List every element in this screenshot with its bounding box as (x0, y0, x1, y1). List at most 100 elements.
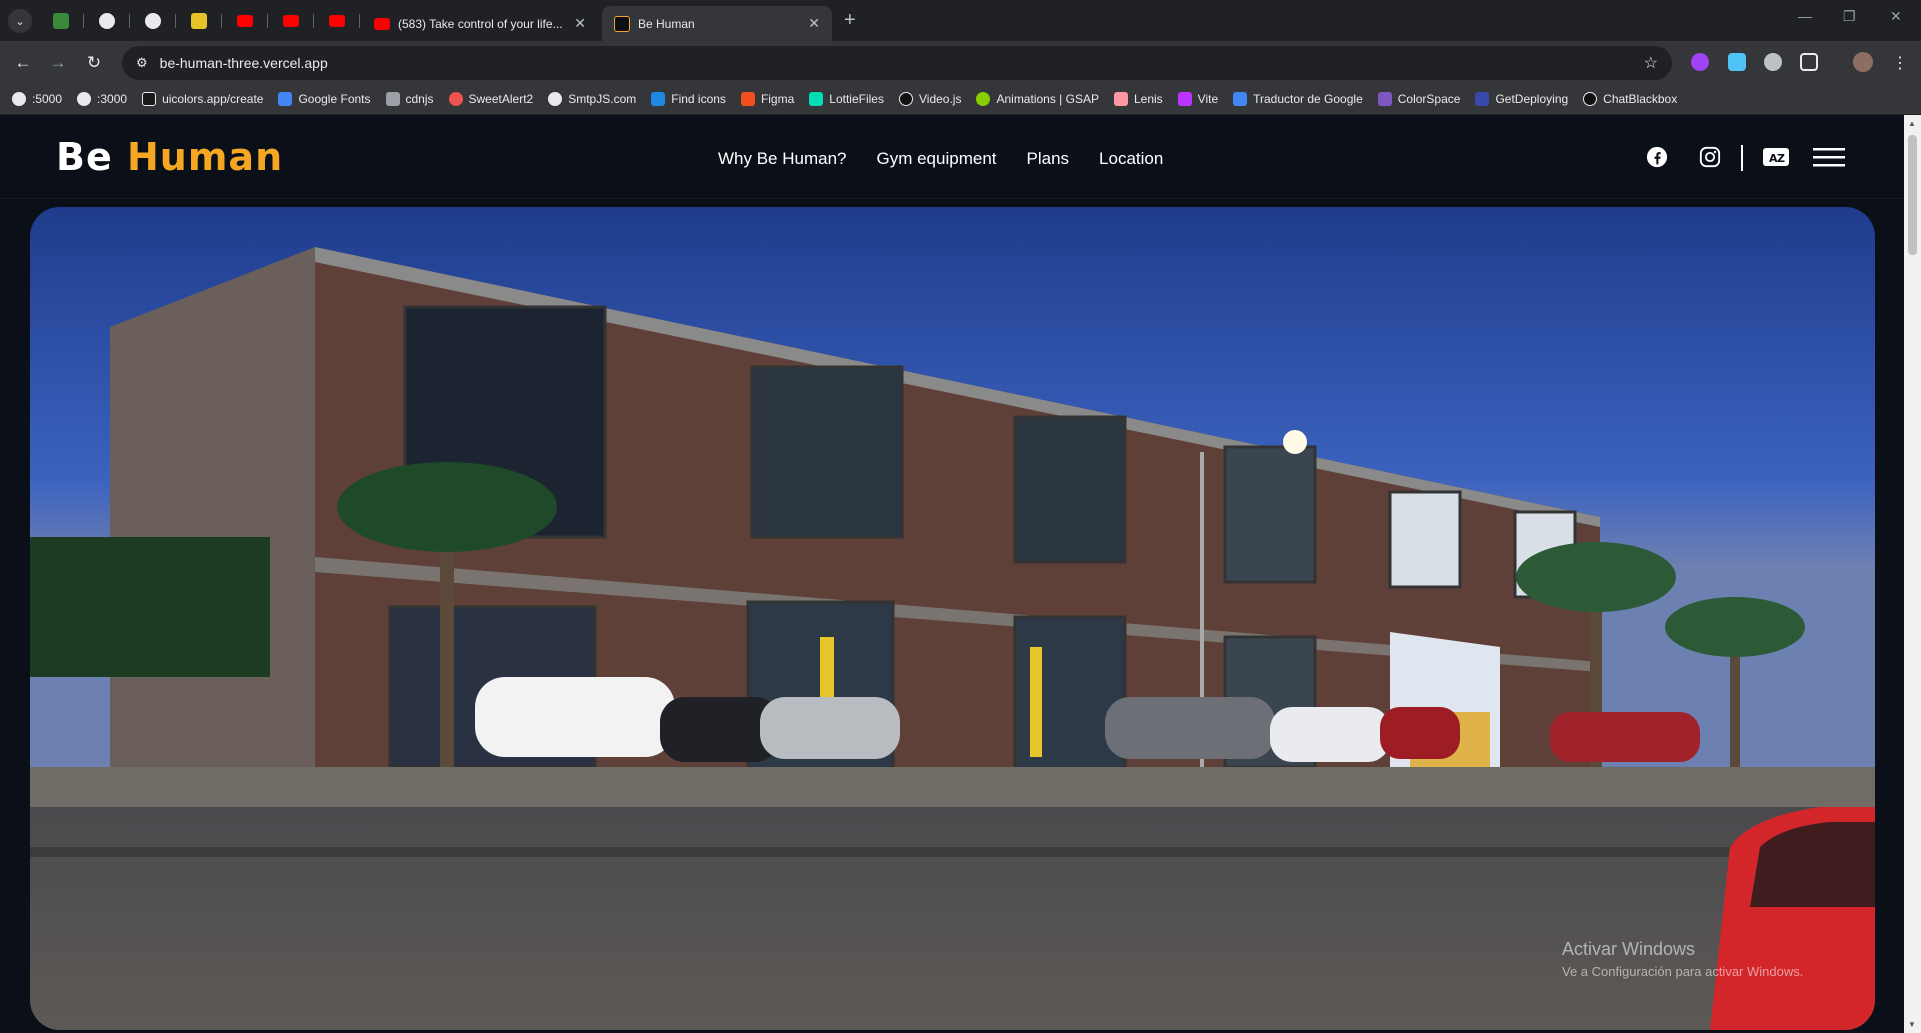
close-window-icon[interactable]: ✕ (1890, 8, 1902, 25)
videojs-icon (898, 91, 913, 106)
bookmark-item[interactable]: SweetAlert2 (448, 91, 533, 106)
bookmark-item[interactable]: Video.js (898, 91, 961, 106)
bookmark-item[interactable]: Traductor de Google (1233, 91, 1363, 106)
browser-toolbar: ← → ↻ ⚙ be-human-three.vercel.app ☆ ⋮ (0, 41, 1921, 84)
site-favicon (614, 15, 630, 32)
tab-search-button[interactable]: ⌄ (8, 9, 32, 33)
bookmark-star-icon[interactable]: ☆ (1644, 53, 1658, 73)
sweetalert-icon (448, 91, 463, 106)
tab-be-human[interactable]: Be Human ✕ (602, 6, 832, 41)
extension-1-icon[interactable] (1691, 53, 1709, 71)
site-info-icon[interactable]: ⚙ (136, 55, 148, 71)
pinned-tab-2[interactable] (84, 8, 130, 34)
lottie-icon (809, 91, 824, 106)
pinned-tab-3[interactable] (130, 8, 176, 34)
pinned-tab-4[interactable] (176, 8, 222, 34)
bookmark-item[interactable]: uicolors.app/create (142, 91, 263, 106)
bookmark-item[interactable]: Animations | GSAP (976, 91, 1099, 106)
minimize-icon[interactable]: — (1798, 8, 1812, 24)
web-page: Be Human Why Be Human? Gym equipment Pla… (0, 115, 1904, 1033)
ui-icon (142, 91, 157, 106)
scroll-thumb[interactable] (1908, 135, 1917, 255)
globe-icon (77, 91, 92, 106)
nav-why-be-human[interactable]: Why Be Human? (718, 149, 847, 169)
bookmark-item[interactable]: Lenis (1113, 91, 1163, 106)
figma-icon (740, 91, 755, 106)
page-scrollbar[interactable]: ▲ ▼ (1904, 115, 1921, 1033)
hamburger-menu-icon[interactable] (1813, 145, 1845, 169)
pinned-tab-7[interactable] (314, 8, 360, 34)
bookmarks-bar: :5000 :3000 uicolors.app/create Google F… (0, 84, 1921, 114)
extensions-puzzle-icon[interactable] (1800, 53, 1818, 71)
nav-gym-equipment[interactable]: Gym equipment (877, 149, 997, 169)
logo-part-2: Human (126, 135, 284, 179)
getdeploying-icon (1475, 91, 1490, 106)
tab-label: Be Human (638, 16, 695, 31)
back-button[interactable]: ← (11, 51, 35, 75)
nav-plans[interactable]: Plans (1027, 149, 1070, 169)
extension-2-icon[interactable] (1728, 53, 1746, 71)
bookmark-item[interactable]: ColorSpace (1377, 91, 1460, 106)
pinned-tab-1[interactable] (38, 8, 84, 34)
bookmark-item[interactable]: SmtpJS.com (548, 91, 636, 106)
extension-3-icon[interactable] (1764, 53, 1782, 71)
site-logo[interactable]: Be Human (56, 135, 283, 179)
watermark-subtitle: Ve a Configuración para activar Windows. (1562, 964, 1804, 979)
find-icons-icon (651, 91, 666, 106)
tab-youtube[interactable]: (583) Take control of your life... ✕ (362, 6, 598, 41)
code-icon (385, 91, 400, 106)
bookmark-item[interactable]: GetDeploying (1475, 91, 1568, 106)
address-bar[interactable]: ⚙ be-human-three.vercel.app ☆ (122, 46, 1672, 80)
address-url: be-human-three.vercel.app (159, 55, 328, 71)
svg-text:Z: Z (1777, 152, 1785, 165)
blackbox-icon (1583, 91, 1598, 106)
youtube-icon (283, 15, 299, 27)
reload-button[interactable]: ↻ (82, 51, 106, 75)
logo-part-1: Be (56, 135, 113, 179)
restore-icon[interactable]: ❐ (1843, 8, 1856, 25)
forward-button[interactable]: → (46, 51, 70, 75)
vite-icon (1177, 91, 1192, 106)
avatar[interactable] (1853, 52, 1873, 72)
colorspace-icon (1377, 91, 1392, 106)
instagram-icon[interactable] (1698, 145, 1722, 169)
gym-building-illustration (30, 207, 1875, 1030)
bookmark-item[interactable]: cdnjs (385, 91, 434, 106)
google-fonts-icon (278, 91, 293, 106)
browser-tab-strip: ⌄ (583) Take control of your life... ✕ B… (0, 0, 1921, 41)
facebook-icon[interactable] (1645, 145, 1669, 169)
bookmark-item[interactable]: :5000 (12, 91, 62, 106)
browser-menu-icon[interactable]: ⋮ (1888, 51, 1912, 75)
github-icon (99, 13, 115, 29)
header-divider (1741, 145, 1743, 171)
yellow-ext-icon (191, 13, 207, 29)
bookmark-item[interactable]: LottieFiles (809, 91, 884, 106)
scroll-down-icon[interactable]: ▼ (1908, 1020, 1916, 1029)
bookmark-item[interactable]: Google Fonts (278, 91, 371, 106)
nav-location[interactable]: Location (1099, 149, 1163, 169)
youtube-icon (374, 17, 390, 30)
globe-icon (12, 91, 26, 106)
site-header: Be Human Why Be Human? Gym equipment Pla… (0, 115, 1904, 199)
globe-icon (548, 91, 563, 106)
tab-label: (583) Take control of your life... (398, 16, 563, 31)
new-tab-button[interactable]: + (844, 9, 856, 32)
bookmark-item[interactable]: ChatBlackbox (1583, 91, 1677, 106)
scroll-up-icon[interactable]: ▲ (1908, 119, 1916, 128)
pinned-tab-5[interactable] (222, 8, 268, 34)
watermark-title: Activar Windows (1562, 939, 1696, 959)
gsap-icon (976, 91, 991, 106)
bookmark-item[interactable]: Find icons (651, 91, 726, 106)
main-nav: Why Be Human? Gym equipment Plans Locati… (718, 149, 1163, 169)
youtube-icon (329, 15, 345, 27)
bookmark-item[interactable]: Figma (740, 91, 794, 106)
bookmark-item[interactable]: Vite (1177, 91, 1218, 106)
bookmark-item[interactable]: :3000 (77, 91, 127, 106)
close-icon[interactable]: ✕ (808, 15, 820, 32)
youtube-icon (237, 15, 253, 27)
translate-icon (1233, 91, 1248, 106)
translate-icon[interactable]: AZ (1763, 145, 1789, 169)
windows-activation-watermark: Activar Windows Ve a Configuración para … (1562, 939, 1803, 979)
pinned-tab-6[interactable] (268, 8, 314, 34)
close-icon[interactable]: ✕ (574, 15, 586, 32)
